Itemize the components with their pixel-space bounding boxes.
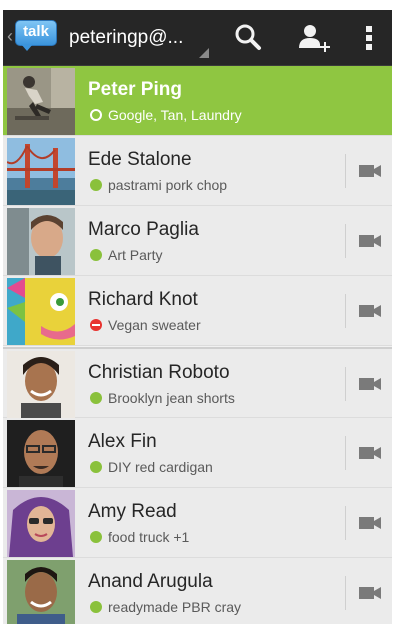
- video-camera-icon: [359, 447, 381, 459]
- avatar: [7, 351, 75, 418]
- video-camera-icon: [359, 587, 381, 599]
- account-spinner[interactable]: peteringp@...: [67, 10, 211, 66]
- video-camera-icon: [359, 305, 381, 317]
- video-call-button[interactable]: [355, 371, 385, 397]
- contact-name: Richard Knot: [88, 289, 198, 310]
- talk-logo-text: talk: [23, 23, 49, 40]
- video-call-button[interactable]: [355, 440, 385, 466]
- video-call-button[interactable]: [355, 228, 385, 254]
- contact-row-richard-knot[interactable]: Richard Knot Vegan sweater: [3, 276, 392, 346]
- video-call-button[interactable]: [355, 298, 385, 324]
- overflow-menu-icon: [366, 26, 372, 50]
- status-message: Google, Tan, Laundry: [108, 107, 242, 123]
- video-camera-icon: [359, 165, 381, 177]
- spinner-arrow-icon: [199, 48, 209, 58]
- contact-row-marco-paglia[interactable]: Marco Paglia Art Party: [3, 206, 392, 276]
- app-home-button[interactable]: ‹ talk: [3, 10, 61, 66]
- divider: [345, 224, 346, 258]
- divider: [345, 576, 346, 610]
- contact-row-alex-fin[interactable]: Alex Fin DIY red cardigan: [3, 418, 392, 488]
- divider: [345, 154, 346, 188]
- contact-name: Anand Arugula: [88, 571, 213, 592]
- video-camera-icon: [359, 517, 381, 529]
- search-button[interactable]: [225, 10, 273, 66]
- status-message: Brooklyn jean shorts: [108, 390, 235, 406]
- available-dot-icon: [90, 461, 102, 473]
- contact-row-peter-ping[interactable]: Peter Ping Google, Tan, Laundry: [3, 66, 392, 136]
- busy-dot-icon: [90, 319, 102, 331]
- add-contact-button[interactable]: [289, 10, 337, 66]
- status-message: readymade PBR cray: [108, 599, 242, 615]
- account-label: peteringp@...: [69, 27, 184, 48]
- avatar: [7, 278, 75, 345]
- status-message: food truck +1: [108, 529, 190, 545]
- contact-name: Ede Stalone: [88, 149, 192, 170]
- divider: [345, 506, 346, 540]
- contact-name: Marco Paglia: [88, 219, 199, 240]
- status-message: DIY red cardigan: [108, 459, 213, 475]
- up-caret-icon: ‹: [7, 26, 13, 46]
- avatar: [7, 138, 75, 205]
- contact-row-anand-arugula[interactable]: Anand Arugula readymade PBR cray: [3, 558, 392, 624]
- action-bar: ‹ talk peteringp@...: [3, 10, 392, 66]
- divider: [345, 294, 346, 328]
- contact-name: Christian Roboto: [88, 362, 230, 383]
- add-contact-icon: [299, 25, 330, 52]
- divider: [345, 436, 346, 470]
- avatar: [7, 560, 75, 624]
- contact-name: Amy Read: [88, 501, 177, 522]
- contact-row-christian-roboto[interactable]: Christian Roboto Brooklyn jean shorts: [3, 347, 392, 418]
- video-call-button[interactable]: [355, 580, 385, 606]
- video-call-button[interactable]: [355, 510, 385, 536]
- available-dot-icon: [90, 392, 102, 404]
- video-camera-icon: [359, 378, 381, 390]
- divider: [345, 367, 346, 401]
- available-dot-icon: [90, 249, 102, 261]
- contact-name: Alex Fin: [88, 431, 157, 452]
- avatar: [7, 208, 75, 275]
- status-message: pastrami pork chop: [108, 177, 228, 193]
- video-call-button[interactable]: [355, 158, 385, 184]
- avatar: [7, 68, 75, 135]
- overflow-menu-button[interactable]: [349, 10, 389, 66]
- available-dot-icon: [90, 531, 102, 543]
- avatar: [7, 490, 75, 557]
- avatar: [7, 420, 75, 487]
- presence-ring-icon: [90, 109, 102, 121]
- contact-row-ede-stalone[interactable]: Ede Stalone pastrami pork chop: [3, 136, 392, 206]
- status-message: Art Party: [108, 247, 163, 263]
- talk-logo-icon: talk: [15, 20, 57, 51]
- talk-app-screen: ‹ talk peteringp@... Peter Ping Google, …: [3, 10, 392, 624]
- video-camera-icon: [359, 235, 381, 247]
- available-dot-icon: [90, 179, 102, 191]
- search-icon: [235, 24, 261, 50]
- status-message: Vegan sweater: [108, 317, 201, 333]
- contact-name: Peter Ping: [88, 79, 182, 100]
- available-dot-icon: [90, 601, 102, 613]
- contact-row-amy-read[interactable]: Amy Read food truck +1: [3, 488, 392, 558]
